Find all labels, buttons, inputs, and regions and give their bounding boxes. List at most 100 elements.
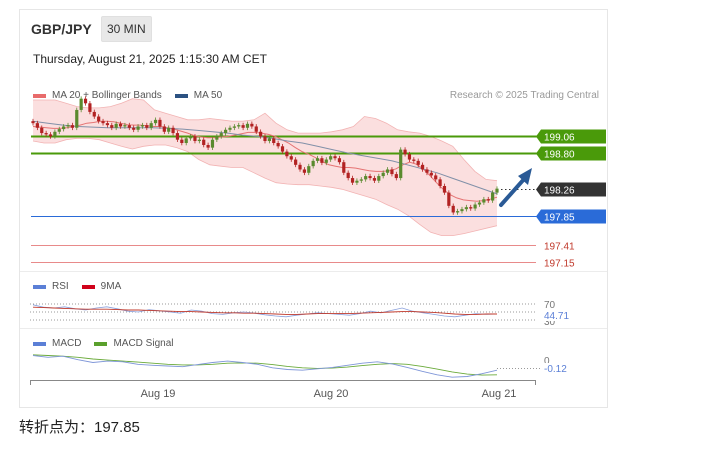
rsi-last-value: 44.71 [544, 311, 569, 322]
candle-body-1 [35, 123, 39, 128]
candle-body-90 [425, 169, 429, 173]
candle-body-7 [62, 126, 66, 130]
candle-body-56 [276, 143, 280, 147]
candle-body-32 [171, 127, 175, 134]
macd-layer: 0-0.12 [32, 354, 572, 378]
candle-body-47 [237, 125, 241, 127]
time-axis-label-2: Aug 21 [482, 388, 517, 400]
level-label-2: 198.26 [544, 186, 575, 197]
candle-body-46 [232, 126, 236, 128]
candle-body-11 [79, 98, 83, 110]
candle-body-95 [447, 192, 451, 206]
candle-body-57 [280, 146, 285, 152]
candle-body-102 [477, 202, 482, 205]
candle-body-20 [118, 123, 123, 127]
candle-body-18 [110, 125, 114, 128]
candle-body-17 [105, 123, 110, 126]
candle-body-94 [442, 186, 447, 193]
candle-body-29 [158, 119, 162, 127]
candle-body-43 [219, 133, 223, 137]
candle-body-54 [267, 138, 271, 142]
rsi-line [32, 304, 498, 318]
candle-body-8 [66, 125, 70, 127]
candle-body-66 [320, 158, 324, 163]
candle-body-98 [460, 209, 464, 212]
level-label-3: 197.85 [544, 213, 575, 224]
candle-body-81 [385, 169, 390, 173]
candle-body-14 [92, 111, 96, 117]
bollinger-bands-layer [32, 98, 498, 236]
candle-body-63 [307, 166, 311, 173]
candle-body-104 [486, 199, 490, 201]
candle-body-33 [175, 133, 180, 140]
candle-body-5 [53, 131, 57, 137]
candle-body-79 [377, 176, 381, 181]
candle-body-26 [145, 125, 149, 128]
rsi-layer: 703044.71 [30, 300, 580, 328]
candle-body-42 [215, 136, 219, 140]
candle-body-0 [31, 121, 35, 124]
candle-body-15 [97, 116, 101, 122]
candle-body-75 [359, 179, 363, 181]
candle-body-72 [346, 172, 350, 179]
candle-body-48 [241, 125, 245, 128]
forecast-arrow-shaft [499, 176, 527, 207]
candle-body-9 [70, 125, 74, 128]
candle-body-25 [140, 125, 145, 127]
candle-body-82 [390, 169, 394, 175]
chart-canvas: 199.06 198.80 198.26 197.85 197.41 197.15 703… [20, 96, 607, 400]
candle-body-37 [193, 136, 197, 142]
candle-body-12 [83, 98, 88, 104]
candle-body-51 [254, 126, 258, 132]
candle-body-24 [136, 126, 140, 130]
candle-body-77 [368, 176, 372, 179]
candle-body-58 [285, 151, 289, 157]
candle-body-97 [456, 211, 460, 213]
candle-body-83 [394, 174, 398, 179]
candle-body-71 [342, 162, 346, 173]
level-label-4: 197.41 [544, 242, 575, 253]
candle-body-23 [132, 127, 136, 130]
candle-body-16 [101, 121, 105, 124]
candle-body-38 [197, 139, 201, 142]
macd-signal-line [32, 354, 498, 376]
candle-body-87 [412, 159, 416, 161]
candle-body-89 [420, 164, 425, 170]
candle-body-70 [337, 158, 342, 163]
candle-body-10 [75, 109, 79, 128]
level-label-5: 197.15 [544, 259, 575, 270]
candle-body-49 [245, 123, 250, 128]
candle-body-105 [491, 192, 495, 201]
candle-body-4 [48, 134, 53, 137]
candle-body-59 [289, 156, 293, 160]
candle-body-30 [162, 126, 166, 132]
candle-body-68 [329, 156, 333, 160]
candle-body-101 [473, 204, 477, 209]
candle-body-36 [188, 136, 193, 139]
candle-body-61 [298, 164, 302, 170]
candle-body-28 [153, 119, 158, 124]
candle-body-92 [434, 175, 438, 180]
candle-body-62 [302, 169, 306, 173]
candle-body-73 [350, 178, 355, 183]
candle-body-3 [44, 133, 48, 135]
candle-body-19 [114, 123, 118, 128]
candle-body-67 [324, 159, 328, 163]
candle-body-96 [451, 205, 455, 213]
candle-body-100 [469, 207, 473, 209]
candle-body-55 [272, 138, 276, 143]
candle-body-13 [88, 103, 92, 112]
candle-body-41 [210, 139, 215, 148]
candle-body-44 [224, 129, 228, 134]
candle-body-78 [372, 178, 377, 181]
candle-body-53 [263, 136, 267, 142]
candle-body-91 [429, 172, 433, 176]
time-axis-label-0: Aug 19 [141, 388, 176, 400]
candle-body-88 [416, 160, 420, 165]
candle-body-52 [259, 131, 263, 137]
candle-body-35 [184, 138, 188, 143]
candle-body-85 [403, 149, 407, 155]
candle-body-21 [123, 125, 127, 127]
level-label-1: 198.80 [544, 150, 575, 161]
candle-body-39 [202, 139, 206, 145]
